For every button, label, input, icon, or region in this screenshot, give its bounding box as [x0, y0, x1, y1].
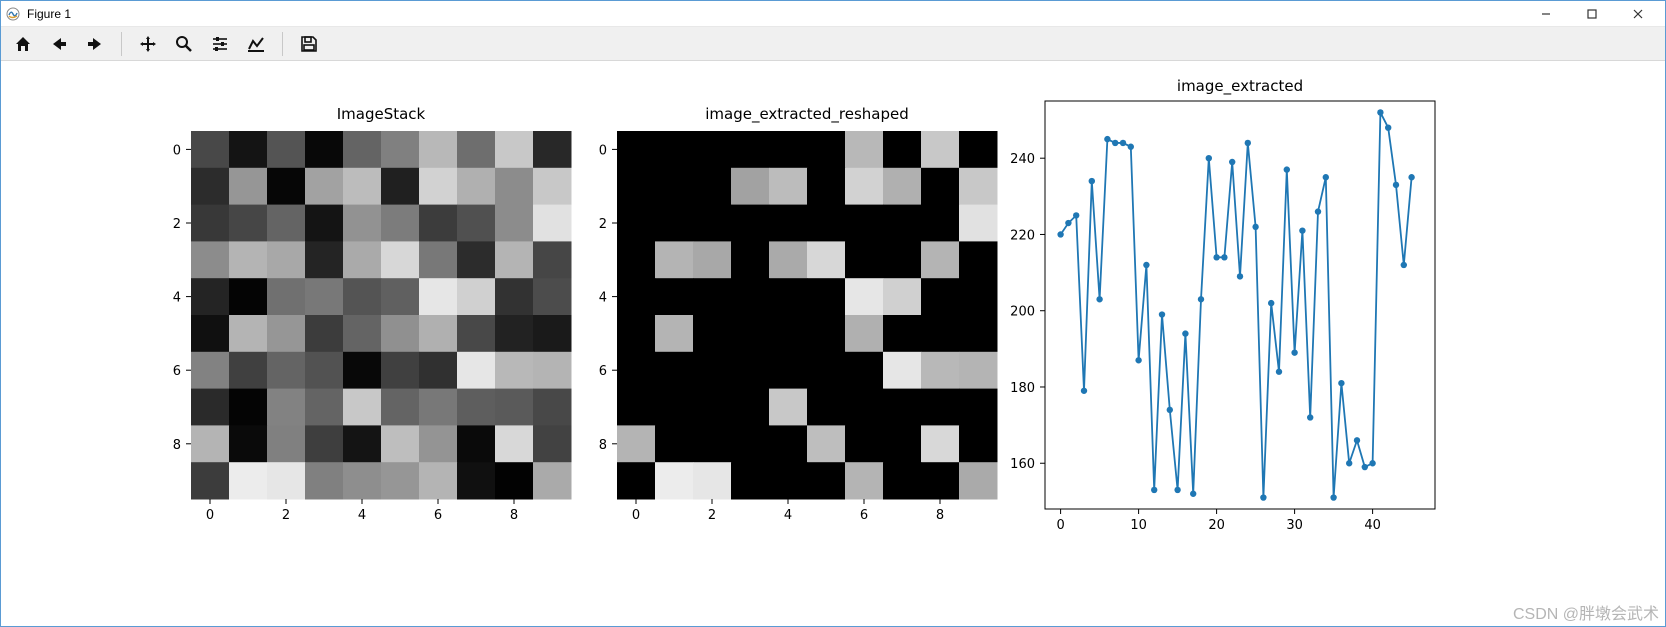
maximize-button[interactable]	[1569, 1, 1615, 27]
titlebar: Figure 1	[1, 1, 1665, 27]
lineplot: image_extracted 0 10 20 30 40 160 180 200 220 240	[1010, 77, 1435, 533]
svg-text:8: 8	[510, 508, 518, 523]
svg-text:30: 30	[1286, 518, 1303, 533]
window-title: Figure 1	[27, 7, 71, 21]
svg-text:6: 6	[599, 364, 607, 379]
svg-text:image_extracted: image_extracted	[1177, 77, 1303, 96]
svg-text:2: 2	[282, 508, 290, 523]
svg-text:4: 4	[173, 291, 181, 306]
svg-text:0: 0	[1056, 518, 1064, 533]
svg-text:8: 8	[599, 438, 607, 453]
close-button[interactable]	[1615, 1, 1661, 27]
svg-text:0: 0	[599, 143, 607, 158]
figure-canvas[interactable]: ImageStack0246802468image_extracted_resh…	[1, 61, 1665, 626]
forward-icon[interactable]	[83, 32, 107, 56]
pan-icon[interactable]	[136, 32, 160, 56]
svg-text:4: 4	[784, 508, 792, 523]
svg-text:20: 20	[1208, 518, 1225, 533]
toolbar-separator	[121, 32, 122, 56]
home-icon[interactable]	[11, 32, 35, 56]
toolbar	[1, 27, 1665, 61]
svg-text:0: 0	[632, 508, 640, 523]
svg-text:8: 8	[173, 438, 181, 453]
svg-text:0: 0	[206, 508, 214, 523]
svg-text:2: 2	[708, 508, 716, 523]
svg-text:8: 8	[936, 508, 944, 523]
svg-text:180: 180	[1010, 381, 1035, 396]
app-icon	[5, 6, 21, 22]
back-icon[interactable]	[47, 32, 71, 56]
figure-window: Figure 1	[0, 0, 1666, 627]
svg-text:40: 40	[1364, 518, 1381, 533]
svg-text:6: 6	[173, 364, 181, 379]
svg-text:220: 220	[1010, 228, 1035, 243]
heatmap-1: image_extracted_reshaped 0 2 4 6 8 0 2 4 6 8	[599, 105, 998, 523]
zoom-icon[interactable]	[172, 32, 196, 56]
toolbar-separator	[282, 32, 283, 56]
svg-text:4: 4	[358, 508, 366, 523]
heatmap-0: ImageStack 0 2 4 6 8 0 2 4 6 8	[173, 105, 572, 523]
svg-text:6: 6	[860, 508, 868, 523]
svg-text:2: 2	[173, 217, 181, 232]
minimize-button[interactable]	[1523, 1, 1569, 27]
svg-text:240: 240	[1010, 152, 1035, 167]
svg-text:6: 6	[434, 508, 442, 523]
svg-text:4: 4	[599, 291, 607, 306]
svg-text:160: 160	[1010, 457, 1035, 472]
edit-icon[interactable]	[244, 32, 268, 56]
svg-text:200: 200	[1010, 305, 1035, 320]
svg-text:10: 10	[1130, 518, 1147, 533]
svg-text:image_extracted_reshaped: image_extracted_reshaped	[705, 105, 909, 124]
subplots-icon[interactable]	[208, 32, 232, 56]
save-icon[interactable]	[297, 32, 321, 56]
svg-text:2: 2	[599, 217, 607, 232]
svg-text:ImageStack: ImageStack	[337, 105, 426, 123]
svg-text:0: 0	[173, 143, 181, 158]
